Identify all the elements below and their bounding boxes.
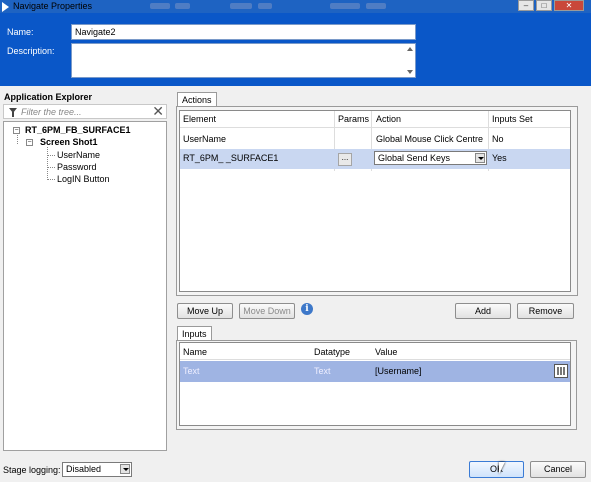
filter-placeholder: Filter the tree... — [21, 107, 82, 117]
tree-connector — [17, 135, 18, 144]
expression-editor-icon[interactable] — [554, 364, 568, 378]
close-button[interactable]: ✕ — [554, 0, 584, 11]
tree-connector — [47, 155, 55, 156]
stage-logging-value: Disabled — [66, 464, 102, 474]
action-row-element[interactable]: RT_6PM_ _SURFACE1 — [183, 153, 278, 163]
tree-connector — [47, 179, 55, 180]
title-bar: Navigate Properties – □ ✕ — [0, 0, 591, 13]
tree-connector — [47, 167, 55, 168]
tree-connector — [47, 147, 48, 180]
blurred-region — [150, 3, 170, 9]
dropdown-arrow-icon[interactable] — [475, 153, 485, 163]
scroll-down-icon[interactable] — [407, 70, 413, 74]
input-row-name[interactable]: Text — [183, 366, 200, 376]
remove-button[interactable]: Remove — [517, 303, 574, 319]
stage-logging-dropdown[interactable]: Disabled — [62, 462, 132, 477]
application-explorer-title: Application Explorer — [4, 92, 93, 102]
info-icon[interactable]: i — [301, 303, 313, 315]
column-header-element[interactable]: Element — [183, 114, 216, 124]
tree-filter-box[interactable]: Filter the tree... ✕ — [3, 103, 167, 120]
description-label: Description: — [7, 46, 55, 56]
column-header-action[interactable]: Action — [376, 114, 401, 124]
actions-grid: Element Params Action Inputs Set UserNam… — [179, 110, 571, 292]
filter-icon — [9, 108, 17, 117]
params-ellipsis-button[interactable]: ... — [338, 153, 352, 166]
tree-element[interactable]: Password — [57, 162, 97, 172]
move-up-button[interactable]: Move Up — [177, 303, 233, 319]
dropdown-arrow-icon[interactable] — [120, 464, 130, 474]
column-header-value[interactable]: Value — [375, 347, 397, 357]
cancel-button[interactable]: Cancel — [530, 461, 586, 478]
column-header-datatype[interactable]: Datatype — [314, 347, 350, 357]
action-dropdown-value: Global Send Keys — [378, 153, 451, 163]
inputs-grid: Name Datatype Value Text Text [Username] — [179, 342, 571, 426]
tab-actions[interactable]: Actions — [177, 92, 217, 107]
input-row-datatype: Text — [314, 366, 331, 376]
app-icon — [2, 2, 9, 12]
mouse-cursor-icon — [499, 462, 505, 474]
blurred-region — [258, 3, 272, 9]
name-label: Name: — [7, 27, 34, 37]
action-row-inputs-set: No — [492, 134, 504, 144]
application-tree: − RT_6PM_FB_SURFACE1 − Screen Shot1 User… — [3, 121, 167, 451]
ok-button[interactable]: OK — [469, 461, 524, 478]
blurred-region — [366, 3, 386, 9]
collapse-icon[interactable]: − — [13, 127, 20, 134]
blurred-region — [175, 3, 190, 9]
minimize-button[interactable]: – — [518, 0, 534, 11]
maximize-button[interactable]: □ — [536, 0, 552, 11]
tree-element[interactable]: UserName — [57, 150, 100, 160]
scroll-up-icon[interactable] — [407, 47, 413, 51]
tree-root[interactable]: RT_6PM_FB_SURFACE1 — [25, 125, 131, 135]
action-row-element[interactable]: UserName — [183, 134, 226, 144]
action-row-inputs-set: Yes — [492, 153, 507, 163]
column-header-inputs-set[interactable]: Inputs Set — [492, 114, 533, 124]
description-field[interactable] — [71, 43, 416, 78]
stage-logging-label: Stage logging: — [3, 465, 61, 475]
input-row-value[interactable]: [Username] — [375, 366, 422, 376]
tab-inputs[interactable]: Inputs — [177, 326, 212, 341]
action-dropdown[interactable]: Global Send Keys — [374, 151, 487, 165]
name-field[interactable]: Navigate2 — [71, 24, 416, 40]
column-header-name[interactable]: Name — [183, 347, 207, 357]
action-row-action[interactable]: Global Mouse Click Centre — [376, 134, 483, 144]
window-title: Navigate Properties — [13, 1, 93, 11]
clear-filter-icon[interactable]: ✕ — [152, 103, 164, 120]
tree-screen[interactable]: Screen Shot1 — [40, 137, 98, 147]
blurred-region — [230, 3, 252, 9]
column-header-params[interactable]: Params — [338, 114, 369, 124]
add-button[interactable]: Add — [455, 303, 511, 319]
collapse-icon[interactable]: − — [26, 139, 33, 146]
tree-element[interactable]: LogIN Button — [57, 174, 110, 184]
move-down-button[interactable]: Move Down — [239, 303, 295, 319]
blurred-region — [330, 3, 360, 9]
